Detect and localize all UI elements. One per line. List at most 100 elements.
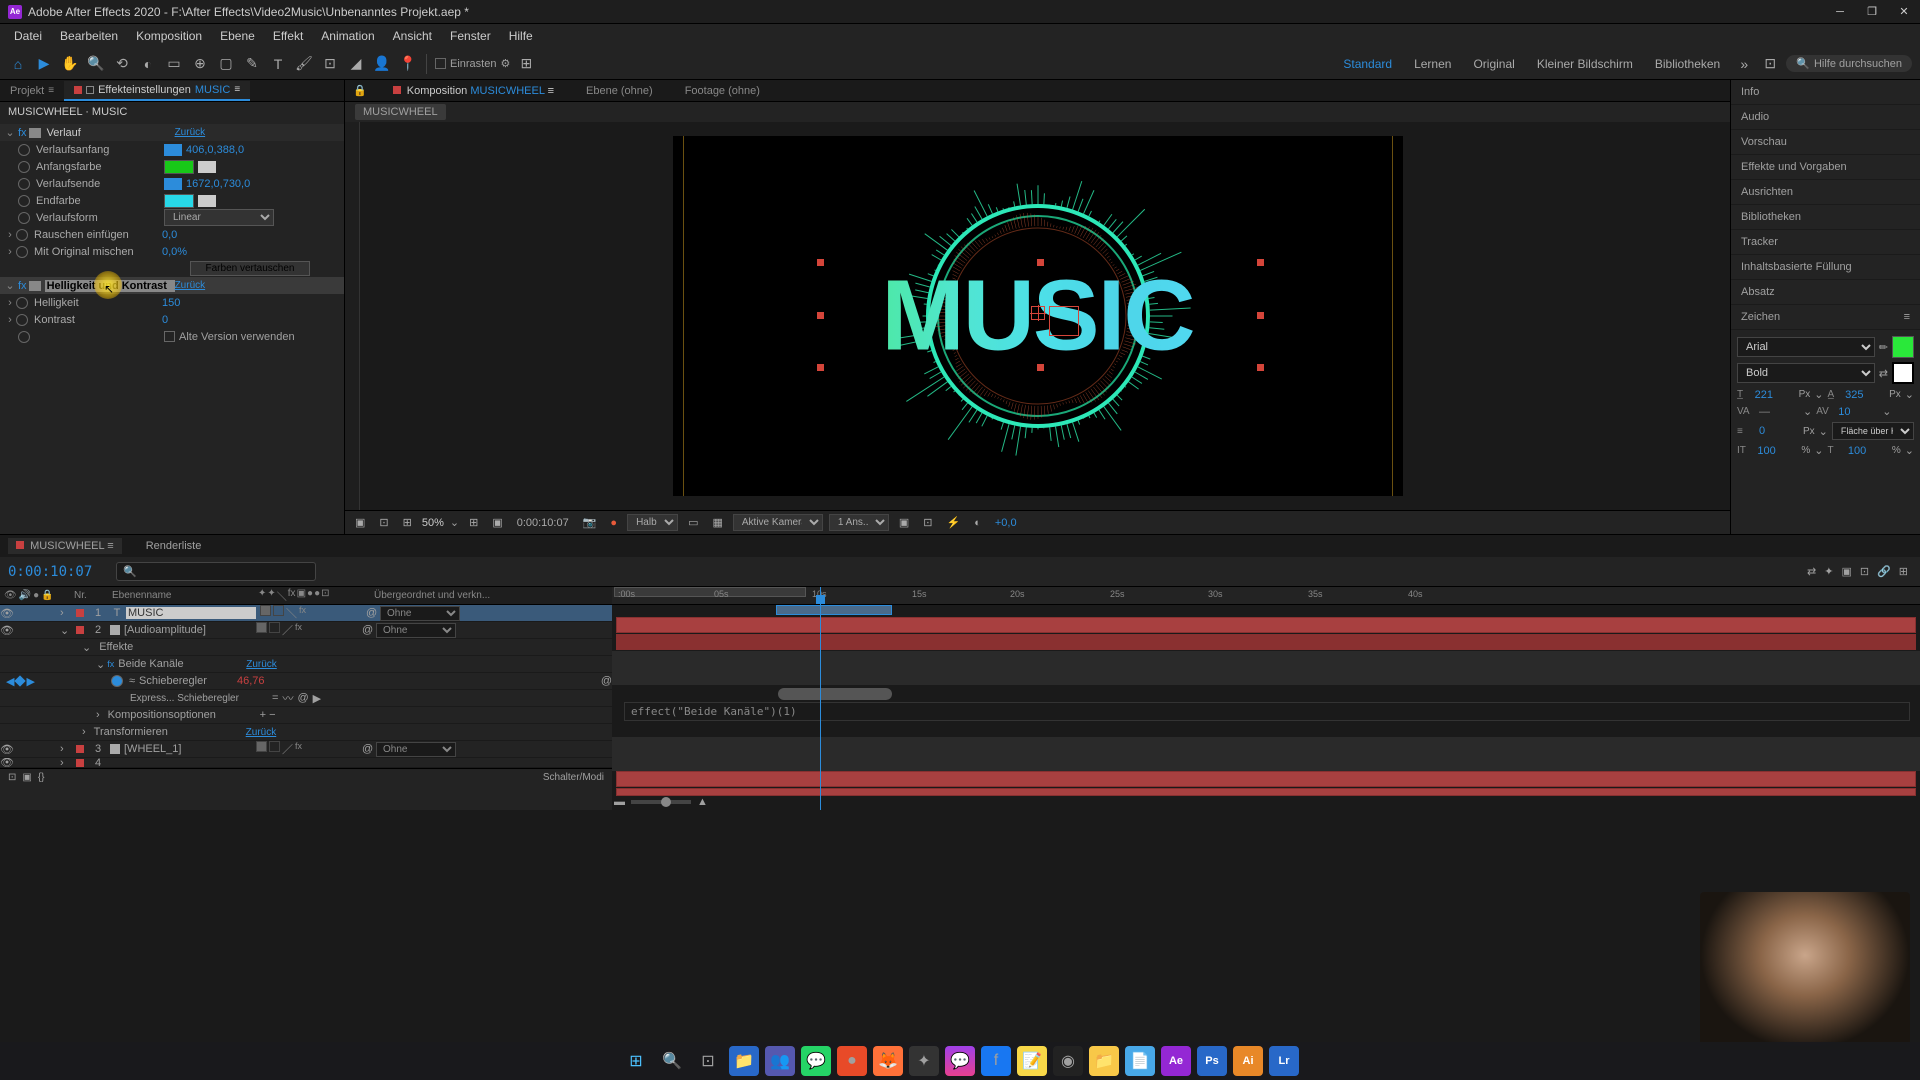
stopwatch-icon[interactable] bbox=[16, 314, 28, 326]
expression-row[interactable]: Express... Schieberegler = 〰 @ ▶ bbox=[0, 690, 612, 707]
keyframe-segment[interactable] bbox=[778, 688, 892, 700]
menu-composition[interactable]: Komposition bbox=[128, 26, 210, 46]
timeline-zoom[interactable]: ▬ ▲ bbox=[614, 796, 1918, 808]
expand-icon[interactable]: › bbox=[60, 607, 72, 619]
tl-tool-icon[interactable]: ⊡ bbox=[1860, 565, 1869, 578]
info-panel[interactable]: Info bbox=[1731, 80, 1920, 105]
parent-select[interactable]: Ohne bbox=[376, 742, 456, 757]
ai-icon[interactable]: Ai bbox=[1233, 1046, 1263, 1076]
maximize-button[interactable]: ❐ bbox=[1864, 4, 1880, 20]
layer-color[interactable] bbox=[76, 759, 84, 767]
project-tab[interactable]: Projekt ≡ bbox=[0, 82, 64, 100]
dropdown-icon[interactable]: ⌄ bbox=[1819, 425, 1828, 438]
workspace-reset-icon[interactable]: ⊡ bbox=[1760, 54, 1780, 74]
alpha-icon[interactable]: ▣ bbox=[351, 516, 369, 529]
collapse-icon[interactable]: ⌄ bbox=[4, 279, 16, 292]
stopwatch-icon[interactable] bbox=[16, 246, 28, 258]
channel-icon[interactable]: ⊡ bbox=[375, 516, 392, 529]
visibility-toggle[interactable]: 👁 bbox=[0, 743, 14, 756]
selection-handle[interactable] bbox=[1257, 364, 1264, 371]
selection-handle[interactable] bbox=[817, 312, 824, 319]
close-button[interactable]: ✕ bbox=[1896, 4, 1912, 20]
snapping-options-icon[interactable]: ⚙ bbox=[500, 57, 510, 70]
menu-layer[interactable]: Ebene bbox=[212, 26, 263, 46]
eyedropper-icon[interactable] bbox=[198, 195, 216, 207]
contrast-value[interactable]: 0 bbox=[162, 314, 168, 326]
menu-effect[interactable]: Effekt bbox=[265, 26, 311, 46]
layer-color[interactable] bbox=[76, 626, 84, 634]
audio-column-icon[interactable]: 🔊 bbox=[19, 590, 31, 601]
selection-handle[interactable] bbox=[1257, 259, 1264, 266]
zoom-out-icon[interactable]: ▬ bbox=[614, 796, 625, 808]
roto-tool-icon[interactable]: 👤 bbox=[372, 54, 392, 74]
transparency-icon[interactable]: ▦ bbox=[708, 516, 726, 529]
lock-column-icon[interactable]: 🔒 bbox=[41, 590, 53, 601]
menu-edit[interactable]: Bearbeiten bbox=[52, 26, 126, 46]
stopwatch-active-icon[interactable] bbox=[111, 675, 123, 687]
ps-icon[interactable]: Ps bbox=[1197, 1046, 1227, 1076]
audio-panel[interactable]: Audio bbox=[1731, 105, 1920, 130]
workspace-learn[interactable]: Lernen bbox=[1406, 57, 1459, 71]
align-panel[interactable]: Ausrichten bbox=[1731, 180, 1920, 205]
expand-icon[interactable]: ⌄ bbox=[60, 624, 72, 637]
blend-value[interactable]: 0,0% bbox=[162, 246, 187, 258]
expand-icon[interactable]: ⌄ bbox=[82, 641, 91, 654]
preview-panel[interactable]: Vorschau bbox=[1731, 130, 1920, 155]
start-color-swatch[interactable] bbox=[164, 160, 194, 174]
files-icon[interactable]: 📁 bbox=[1089, 1046, 1119, 1076]
color-icon[interactable]: ● bbox=[606, 517, 621, 529]
region-icon[interactable]: ▭ bbox=[684, 516, 702, 529]
resolution-select[interactable]: Halb bbox=[627, 514, 678, 531]
expr-graph-icon[interactable]: 〰 bbox=[282, 690, 293, 706]
eyedropper-icon[interactable]: ✏ bbox=[1879, 341, 1888, 354]
stopwatch-icon[interactable] bbox=[18, 161, 30, 173]
tl-tool-icon[interactable]: ✦ bbox=[1824, 565, 1833, 578]
transform-group[interactable]: ›TransformierenZurück bbox=[0, 724, 612, 741]
visibility-toggle[interactable]: 👁 bbox=[0, 758, 14, 768]
visibility-toggle[interactable]: 👁 bbox=[0, 624, 14, 637]
selection-tool-icon[interactable]: ▶ bbox=[34, 54, 54, 74]
point-picker-icon[interactable] bbox=[164, 178, 182, 190]
zoom-in-icon[interactable]: ▲ bbox=[697, 796, 708, 808]
menu-file[interactable]: Datei bbox=[6, 26, 50, 46]
expr-pickwhip-icon[interactable]: @ bbox=[297, 692, 308, 704]
layer-name[interactable]: [Audioamplitude] bbox=[122, 624, 252, 636]
tl-tool-icon[interactable]: ⊞ bbox=[1899, 565, 1908, 578]
tl-footer-icon[interactable]: ▣ bbox=[22, 772, 31, 783]
camera-select[interactable]: Aktive Kamera bbox=[733, 514, 823, 531]
layer-bar-wheel2[interactable] bbox=[616, 788, 1916, 796]
camera-tool-icon[interactable]: ▭ bbox=[164, 54, 184, 74]
views-select[interactable]: 1 Ans... bbox=[829, 514, 889, 531]
effect-name-selected[interactable]: Helligkeit und Kontrast bbox=[45, 280, 175, 292]
switch-icon[interactable]: ▣ bbox=[297, 588, 306, 603]
start-button[interactable]: ⊞ bbox=[621, 1046, 651, 1076]
timecode-display[interactable]: 0:00:10:07 bbox=[513, 517, 573, 529]
stopwatch-icon[interactable] bbox=[18, 331, 30, 343]
leading-input[interactable] bbox=[1845, 389, 1885, 401]
notes-icon[interactable]: 📝 bbox=[1017, 1046, 1047, 1076]
fill-over-select[interactable]: Fläche über Kon... bbox=[1832, 422, 1914, 440]
layer-color[interactable] bbox=[76, 609, 84, 617]
libraries-panel[interactable]: Bibliotheken bbox=[1731, 205, 1920, 230]
selection-handle[interactable] bbox=[1037, 259, 1044, 266]
lr-icon[interactable]: Lr bbox=[1269, 1046, 1299, 1076]
expr-language-icon[interactable]: ▶ bbox=[313, 692, 321, 705]
tab-menu-icon[interactable]: ≡ bbox=[107, 540, 113, 552]
layer-bar-music[interactable] bbox=[616, 617, 1916, 633]
grid-icon[interactable]: ⊞ bbox=[465, 516, 482, 529]
layer-color[interactable] bbox=[76, 745, 84, 753]
menu-animation[interactable]: Animation bbox=[313, 26, 382, 46]
fx-badge-icon[interactable]: fx bbox=[18, 280, 27, 292]
shape-tool-icon[interactable]: ▢ bbox=[216, 54, 236, 74]
3d-icon[interactable]: ▣ bbox=[895, 516, 913, 529]
layer-wheel2[interactable]: 👁 › 4 bbox=[0, 758, 612, 768]
anchor-point[interactable] bbox=[1031, 306, 1045, 320]
timeline-ruler[interactable]: :00s 05s 10s 15s 20s 25s 30s 35s 40s bbox=[612, 587, 1920, 605]
parent-pickwhip-icon[interactable]: @ bbox=[362, 624, 376, 636]
hscale-input[interactable] bbox=[1848, 445, 1888, 457]
taskview-icon[interactable]: ⊡ bbox=[693, 1046, 723, 1076]
add-keyframe-icon[interactable] bbox=[15, 675, 26, 686]
tl-tool-icon[interactable]: ▣ bbox=[1841, 565, 1851, 578]
parent-select[interactable]: Ohne bbox=[380, 606, 460, 621]
effects-group[interactable]: ⌄Effekte bbox=[0, 639, 612, 656]
